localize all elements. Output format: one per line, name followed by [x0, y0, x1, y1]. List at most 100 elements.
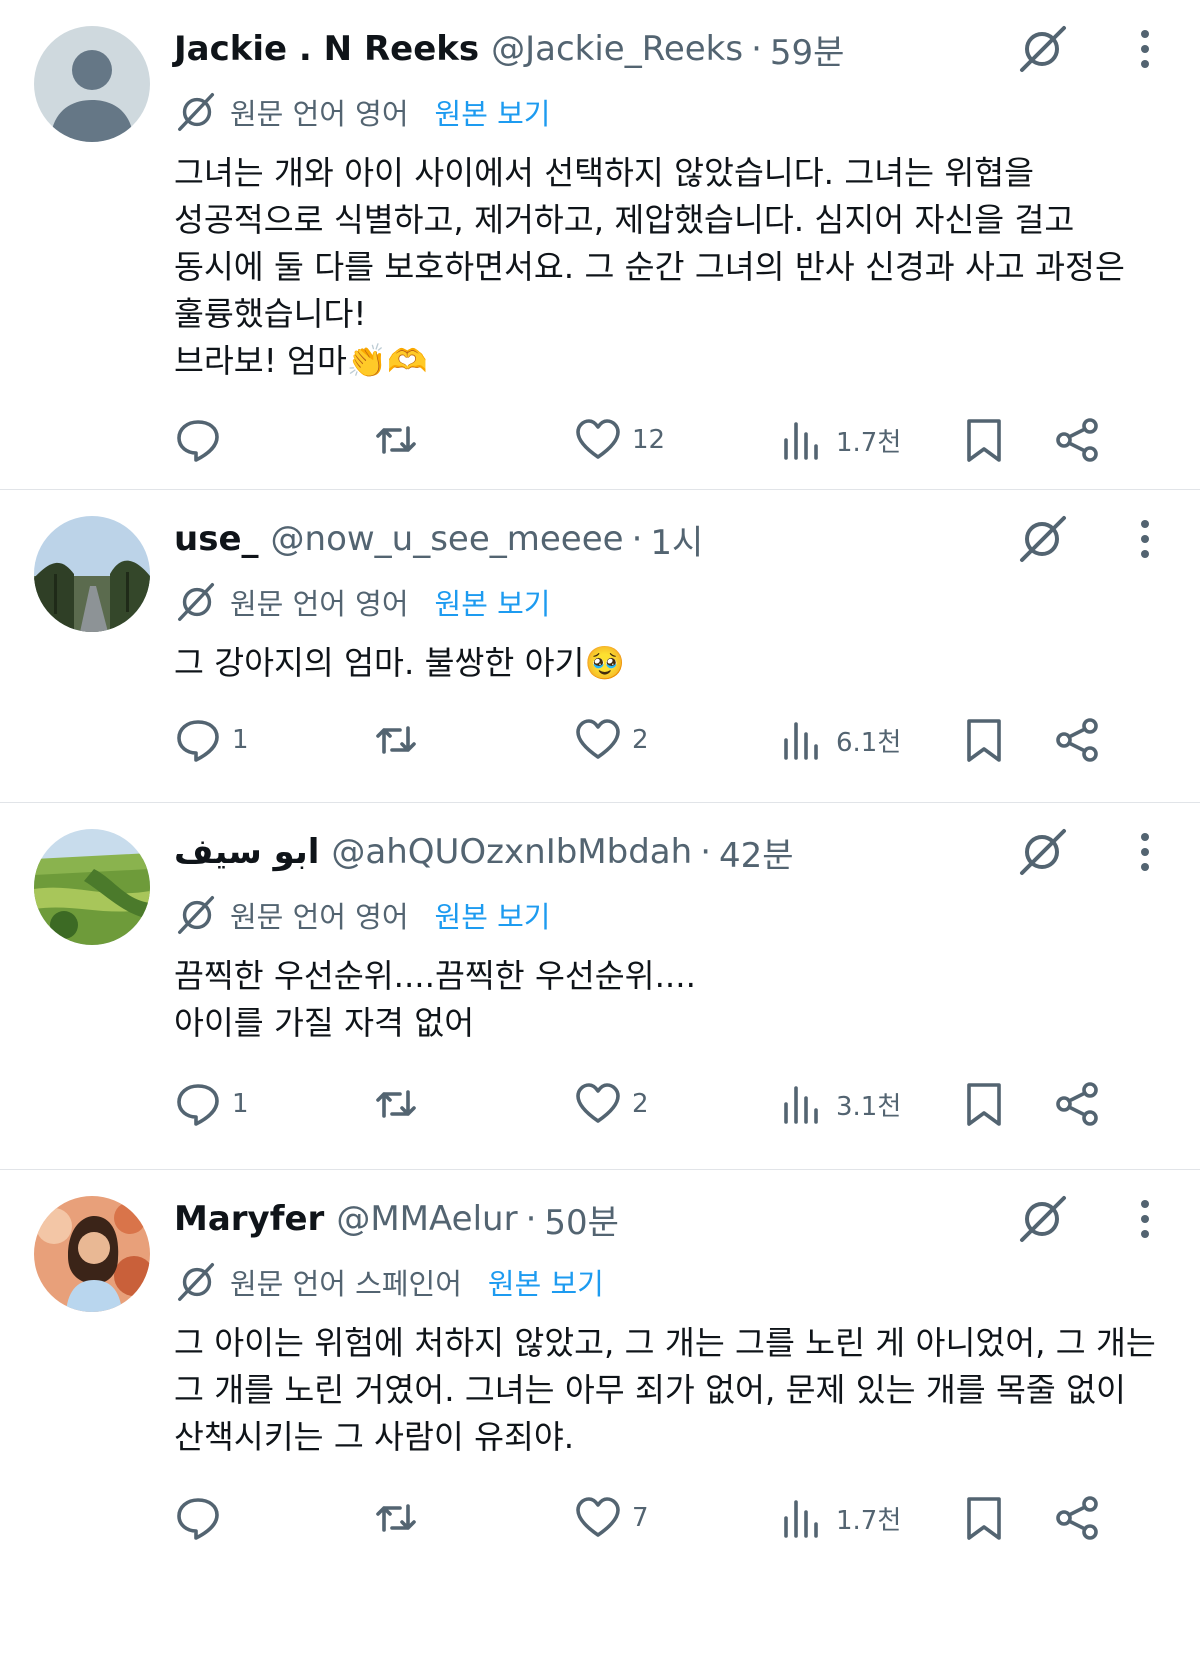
separator: · — [751, 29, 762, 69]
action-bar: 12 1.7천 — [174, 415, 1160, 465]
views-icon — [784, 422, 818, 460]
more-button[interactable] — [1130, 1192, 1160, 1246]
reply-count: 1 — [232, 725, 249, 755]
heart-icon — [576, 1497, 620, 1537]
reply-icon — [177, 420, 219, 462]
action-bar: 1 2 3.1천 — [174, 1079, 1160, 1129]
post[interactable]: use_ @now_u_see_meeee · 1시 원문 언어 영어 원본 보… — [0, 490, 1200, 803]
reply-button[interactable]: 1 — [174, 1079, 249, 1129]
avatar[interactable] — [34, 829, 150, 945]
avatar[interactable] — [34, 1196, 150, 1312]
post[interactable]: Jackie . N Reeks @Jackie_Reeks · 59분 원문 … — [0, 0, 1200, 490]
views-button[interactable]: 3.1천 — [778, 1079, 901, 1129]
separator: · — [525, 1199, 537, 1239]
display-name[interactable]: ابو سيف — [174, 832, 319, 872]
post-time[interactable]: 42분 — [719, 828, 794, 877]
views-button[interactable]: 1.7천 — [778, 1493, 901, 1543]
action-bar: 7 1.7천 — [174, 1493, 1160, 1543]
view-count: 3.1천 — [836, 1091, 902, 1122]
reply-icon — [177, 1498, 219, 1540]
share-button[interactable] — [1054, 415, 1112, 465]
share-icon — [1056, 1082, 1098, 1126]
post-text: 그 강아지의 엄마. 불쌍한 아기🥹 — [174, 644, 625, 682]
bookmark-button[interactable] — [960, 715, 1018, 765]
like-button[interactable]: 7 — [574, 1493, 649, 1543]
share-icon — [1056, 718, 1098, 762]
views-button[interactable]: 1.7천 — [778, 415, 901, 465]
retweet-button[interactable] — [372, 715, 430, 765]
post-time[interactable]: 50분 — [544, 1195, 619, 1244]
grok-icon[interactable] — [1016, 22, 1070, 76]
avatar[interactable] — [34, 516, 150, 632]
view-count: 1.7천 — [836, 1505, 902, 1536]
retweet-icon — [376, 726, 416, 754]
more-icon — [1141, 30, 1149, 68]
view-original-link[interactable]: 원본 보기 — [435, 581, 551, 623]
retweet-icon — [376, 1090, 416, 1118]
display-name[interactable]: Maryfer — [174, 1199, 324, 1239]
bookmark-button[interactable] — [960, 1493, 1018, 1543]
views-button[interactable]: 6.1천 — [778, 715, 901, 765]
reply-button[interactable] — [174, 1493, 232, 1543]
reply-button[interactable]: 1 — [174, 715, 249, 765]
view-count: 1.7천 — [836, 427, 902, 458]
view-original-link[interactable]: 원본 보기 — [435, 91, 551, 133]
user-handle[interactable]: @Jackie_Reeks — [491, 29, 743, 69]
retweet-button[interactable] — [372, 415, 430, 465]
post-time[interactable]: 1시 — [650, 515, 703, 564]
view-original-link[interactable]: 원본 보기 — [435, 894, 551, 936]
post-header: ابو سيف @ahQUOzxnIbMbdah · 42분 — [174, 825, 1160, 879]
more-icon — [1141, 1200, 1149, 1238]
like-count: 2 — [632, 725, 649, 755]
grok-icon[interactable] — [1016, 1192, 1070, 1246]
user-handle[interactable]: @MMAelur — [336, 1199, 517, 1239]
reply-button[interactable] — [174, 415, 232, 465]
source-language-label: 원문 언어 영어 — [230, 587, 409, 621]
share-icon — [1056, 418, 1098, 462]
separator: · — [631, 519, 643, 559]
grok-icon[interactable] — [1016, 512, 1070, 566]
user-handle[interactable]: @ahQUOzxnIbMbdah — [331, 832, 692, 872]
translation-notice: 원문 언어 영어 원본 보기 — [174, 887, 1160, 943]
like-button[interactable]: 12 — [574, 415, 665, 465]
view-original-link[interactable]: 원본 보기 — [488, 1261, 604, 1303]
retweet-icon — [376, 426, 416, 454]
share-icon — [1056, 1496, 1098, 1540]
post[interactable]: ابو سيف @ahQUOzxnIbMbdah · 42분 원문 언어 영어 … — [0, 803, 1200, 1170]
retweet-icon — [376, 1504, 416, 1532]
display-name[interactable]: Jackie . N Reeks — [174, 29, 479, 69]
views-icon — [784, 722, 818, 760]
translate-icon — [178, 896, 215, 934]
heart-icon — [576, 719, 620, 759]
bookmark-button[interactable] — [960, 1079, 1018, 1129]
share-button[interactable] — [1054, 715, 1112, 765]
view-count: 6.1천 — [836, 727, 902, 758]
avatar[interactable] — [34, 26, 150, 142]
views-icon — [784, 1086, 818, 1124]
post-time[interactable]: 59분 — [770, 25, 845, 74]
heart-icon — [576, 419, 620, 459]
display-name[interactable]: use_ — [174, 519, 259, 559]
separator: · — [700, 832, 712, 872]
more-button[interactable] — [1130, 22, 1160, 76]
retweet-button[interactable] — [372, 1079, 430, 1129]
translate-icon — [178, 1263, 215, 1301]
post[interactable]: Maryfer @MMAelur · 50분 원문 언어 스페인어 원본 보기 … — [0, 1170, 1200, 1663]
share-button[interactable] — [1054, 1493, 1112, 1543]
like-count: 12 — [632, 425, 666, 455]
bookmark-button[interactable] — [960, 415, 1018, 465]
post-header: Jackie . N Reeks @Jackie_Reeks · 59분 — [174, 22, 1160, 76]
post-header: Maryfer @MMAelur · 50분 — [174, 1192, 1160, 1246]
user-handle[interactable]: @now_u_see_meeee — [271, 519, 624, 559]
translate-icon — [178, 583, 215, 621]
retweet-button[interactable] — [372, 1493, 430, 1543]
grok-icon[interactable] — [1016, 825, 1070, 879]
like-button[interactable]: 2 — [574, 1079, 649, 1129]
more-button[interactable] — [1130, 512, 1160, 566]
more-button[interactable] — [1130, 825, 1160, 879]
share-button[interactable] — [1054, 1079, 1112, 1129]
like-button[interactable]: 2 — [574, 715, 649, 765]
post-text: 끔찍한 우선순위....끔찍한 우선순위.... 아이를 가질 자격 없어 — [174, 957, 696, 1042]
like-count: 7 — [632, 1503, 649, 1533]
bookmark-icon — [967, 1497, 1001, 1540]
